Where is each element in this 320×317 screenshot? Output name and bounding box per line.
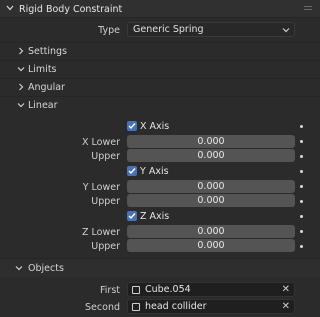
section-linear[interactable]: Linear: [0, 96, 320, 113]
chevron-right-icon: [19, 83, 24, 91]
panel-title: Rigid Body Constraint: [19, 4, 123, 15]
type-label: Type: [98, 25, 120, 36]
y-upper-field[interactable]: 0.000: [127, 194, 295, 207]
y-upper-label: Upper: [91, 196, 120, 207]
z-upper-label: Upper: [91, 241, 120, 252]
chevron-down-icon: [15, 266, 23, 271]
y-axis-label: Y Axis: [140, 166, 169, 177]
y-lower-label: Y Lower: [82, 182, 120, 193]
first-object-label: First: [100, 285, 120, 296]
section-limits-label: Limits: [28, 64, 57, 75]
section-objects[interactable]: Objects: [0, 258, 320, 277]
y-axis-checkbox[interactable]: [127, 166, 137, 176]
section-linear-label: Linear: [28, 100, 58, 111]
keyframe-dot-icon[interactable]: [300, 185, 303, 188]
keyframe-dot-icon[interactable]: [300, 200, 303, 203]
keyframe-dot-icon[interactable]: [300, 215, 303, 218]
chevron-down-icon: [17, 67, 25, 72]
first-object-value: Cube.054: [145, 284, 191, 295]
chevron-right-icon: [19, 47, 24, 55]
type-select[interactable]: Generic Spring: [127, 22, 295, 37]
x-upper-field[interactable]: 0.000: [127, 149, 295, 162]
x-upper-label: Upper: [91, 151, 120, 162]
checkmark-icon: [128, 213, 136, 220]
chevron-down-icon: [6, 5, 14, 11]
chevron-down-icon: [17, 103, 25, 108]
section-limits[interactable]: Limits: [0, 60, 320, 77]
clear-icon[interactable]: ✕: [282, 284, 290, 295]
keyframe-dot-icon[interactable]: [300, 170, 303, 173]
z-lower-field[interactable]: 0.000: [127, 225, 295, 238]
keyframe-dot-icon[interactable]: [300, 230, 303, 233]
chevron-down-icon: [282, 28, 290, 33]
first-object-field[interactable]: Cube.054 ✕: [127, 282, 295, 297]
keyframe-dot-icon[interactable]: [300, 245, 303, 248]
x-lower-label: X Lower: [82, 137, 120, 148]
section-angular-label: Angular: [28, 82, 65, 93]
panel-header[interactable]: Rigid Body Constraint: [0, 0, 320, 18]
checkmark-icon: [128, 123, 136, 130]
second-object-value: head collider: [145, 301, 207, 312]
x-axis-label: X Axis: [140, 121, 170, 132]
cube-object-icon: [132, 303, 140, 311]
keyframe-dot-icon[interactable]: [300, 140, 303, 143]
z-axis-checkbox[interactable]: [127, 211, 137, 221]
z-upper-field[interactable]: 0.000: [127, 239, 295, 252]
checkmark-icon: [128, 168, 136, 175]
keyframe-dot-icon[interactable]: [300, 125, 303, 128]
section-settings[interactable]: Settings: [0, 42, 320, 59]
second-object-field[interactable]: head collider ✕: [127, 299, 295, 314]
clear-icon[interactable]: ✕: [282, 301, 290, 312]
cube-object-icon: [132, 286, 140, 294]
drag-handle-icon[interactable]: [304, 6, 312, 11]
section-settings-label: Settings: [28, 46, 67, 57]
x-lower-field[interactable]: 0.000: [127, 135, 295, 148]
second-object-label: Second: [85, 302, 120, 313]
section-angular[interactable]: Angular: [0, 78, 320, 95]
x-axis-checkbox[interactable]: [127, 121, 137, 131]
section-objects-label: Objects: [28, 263, 64, 274]
y-lower-field[interactable]: 0.000: [127, 180, 295, 193]
keyframe-dot-icon[interactable]: [300, 155, 303, 158]
z-axis-label: Z Axis: [140, 211, 170, 222]
z-lower-label: Z Lower: [82, 227, 120, 238]
type-select-value: Generic Spring: [133, 24, 204, 35]
